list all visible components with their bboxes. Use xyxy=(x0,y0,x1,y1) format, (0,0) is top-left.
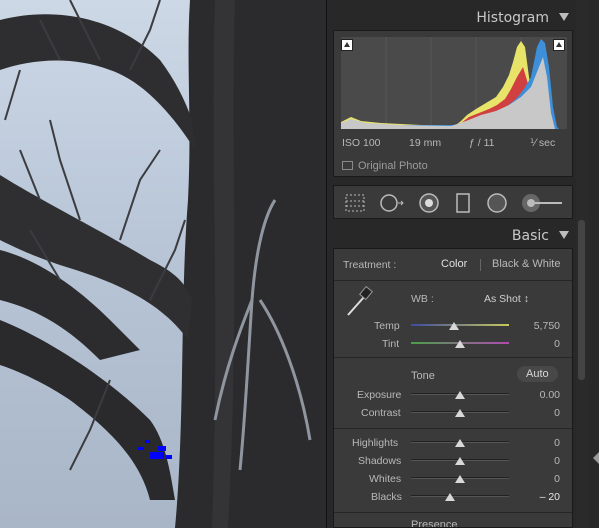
wb-label: WB : xyxy=(411,293,434,305)
highlights-label: Highlights xyxy=(352,437,399,449)
adjustment-brush-icon[interactable] xyxy=(520,193,564,213)
wb-select[interactable]: As Shot ↕ xyxy=(484,293,529,305)
divider xyxy=(334,280,572,281)
blacks-slider[interactable] xyxy=(411,495,509,497)
blacks-label: Blacks xyxy=(371,491,402,503)
divider xyxy=(334,512,572,513)
shadows-value[interactable]: 0 xyxy=(520,455,560,467)
tone-label: Tone xyxy=(411,370,435,382)
treatment-label: Treatment : xyxy=(343,259,397,271)
basic-panel: Treatment : Color Black & White WB : As … xyxy=(333,248,573,528)
treatment-bw-button[interactable]: Black & White xyxy=(492,258,560,270)
temp-slider-thumb[interactable] xyxy=(449,322,460,330)
develop-panel: Histogram ISO 100 19 mm ƒ / 11 ⅟ sec Ori… xyxy=(326,0,599,528)
iso-readout: ISO 100 xyxy=(342,137,381,149)
graduated-filter-icon[interactable] xyxy=(454,193,472,213)
contrast-slider-thumb[interactable] xyxy=(455,409,465,417)
tint-slider-thumb[interactable] xyxy=(455,340,465,348)
histogram-title: Histogram xyxy=(476,10,549,26)
shadows-label: Shadows xyxy=(358,455,402,467)
shutter-readout: ⅟ sec xyxy=(530,137,556,149)
histogram-panel: ISO 100 19 mm ƒ / 11 ⅟ sec Original Phot… xyxy=(333,30,573,177)
whites-label: Whites xyxy=(369,473,402,485)
histogram-graph[interactable] xyxy=(341,37,567,129)
highlights-slider-thumb[interactable] xyxy=(455,439,465,447)
shadows-slider-thumb[interactable] xyxy=(455,457,465,465)
temp-label: Temp xyxy=(374,320,400,332)
collapse-triangle-icon[interactable] xyxy=(559,231,569,239)
aperture-readout: ƒ / 11 xyxy=(469,137,495,149)
treatment-divider xyxy=(480,259,481,271)
eyedropper-icon[interactable] xyxy=(344,285,374,319)
tree-photo xyxy=(0,0,326,528)
original-photo-checkbox[interactable] xyxy=(342,161,353,170)
exposure-label: Exposure xyxy=(357,389,402,401)
tool-strip xyxy=(333,185,573,219)
basic-header[interactable]: Basic xyxy=(327,222,577,250)
auto-tone-button[interactable]: Auto xyxy=(517,366,558,382)
tint-label: Tint xyxy=(382,338,400,350)
contrast-value[interactable]: 0 xyxy=(520,407,560,419)
original-photo-toggle[interactable]: Original Photo xyxy=(342,160,428,172)
basic-title: Basic xyxy=(511,228,549,244)
radial-filter-icon[interactable] xyxy=(486,193,508,213)
temp-slider[interactable] xyxy=(411,324,509,326)
histogram-header[interactable]: Histogram xyxy=(327,4,577,32)
temp-value[interactable]: 5,750 xyxy=(520,320,560,332)
presence-label: Presence xyxy=(411,519,458,528)
whites-value[interactable]: 0 xyxy=(520,473,560,485)
highlight-clipping-button[interactable] xyxy=(553,39,565,51)
scrollbar-thumb[interactable] xyxy=(578,220,585,380)
photo-preview[interactable] xyxy=(0,0,326,528)
panel-collapse-arrow-icon[interactable] xyxy=(593,452,599,464)
crop-overlay-icon[interactable] xyxy=(344,193,366,213)
collapse-triangle-icon[interactable] xyxy=(559,13,569,21)
original-photo-label: Original Photo xyxy=(358,160,428,172)
divider xyxy=(334,428,572,429)
blacks-value[interactable]: – 20 xyxy=(520,491,560,503)
blacks-slider-thumb[interactable] xyxy=(445,493,456,501)
spot-removal-icon[interactable] xyxy=(379,193,405,213)
exposure-slider-thumb[interactable] xyxy=(455,391,465,399)
red-eye-icon[interactable] xyxy=(418,193,440,213)
treatment-color-button[interactable]: Color xyxy=(441,258,467,270)
focal-length-readout: 19 mm xyxy=(409,137,442,149)
contrast-label: Contrast xyxy=(361,407,401,419)
shadow-clipping-button[interactable] xyxy=(341,39,353,51)
divider xyxy=(334,357,572,358)
tint-value[interactable]: 0 xyxy=(520,338,560,350)
exposure-value[interactable]: 0.00 xyxy=(520,389,560,401)
whites-slider-thumb[interactable] xyxy=(455,475,465,483)
highlights-value[interactable]: 0 xyxy=(520,437,560,449)
